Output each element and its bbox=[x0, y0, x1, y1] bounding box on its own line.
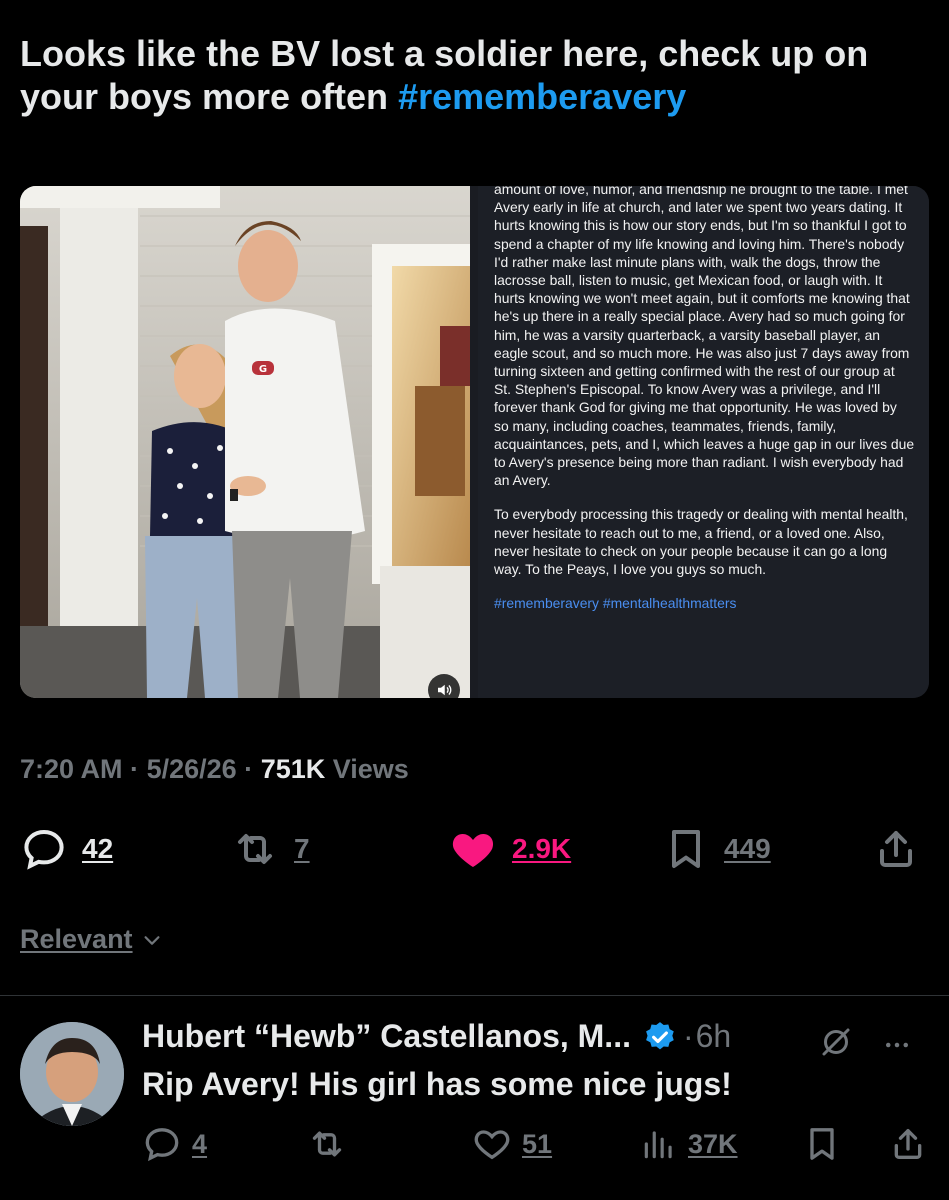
reply-button[interactable]: 42 bbox=[20, 825, 113, 873]
post-meta: 7:20 AM · 5/26/26 · 751K Views bbox=[20, 754, 409, 785]
screenshot-caption: amount of love, humor, and friendship he… bbox=[478, 186, 929, 698]
reply-count: 42 bbox=[82, 833, 114, 864]
views-count[interactable]: 751K bbox=[261, 754, 326, 784]
verified-badge-icon bbox=[646, 1021, 674, 1049]
caption-paragraph: To everybody processing this tragedy or … bbox=[494, 506, 908, 578]
post-date: 5/26/26 bbox=[146, 754, 237, 784]
reply-repost-button[interactable] bbox=[306, 1124, 348, 1164]
grok-icon[interactable] bbox=[818, 1024, 854, 1060]
meta-separator: · bbox=[130, 754, 140, 784]
heart-icon bbox=[474, 1130, 510, 1160]
analytics-icon bbox=[644, 1131, 672, 1159]
action-bar: 42 7 2.9K 449 bbox=[20, 825, 929, 875]
reply-views-button[interactable]: 37K bbox=[640, 1124, 738, 1164]
tweet-text: Looks like the BV lost a soldier here, c… bbox=[20, 32, 920, 118]
reply-like-button[interactable]: 51 bbox=[472, 1124, 552, 1164]
post-time: 7:20 AM bbox=[20, 754, 123, 784]
svg-text:G: G bbox=[259, 364, 267, 375]
bookmark-icon bbox=[810, 1128, 834, 1160]
reply-views-count: 37K bbox=[688, 1128, 738, 1159]
meta-separator: · bbox=[244, 754, 254, 784]
chevron-down-icon bbox=[144, 935, 160, 945]
share-button[interactable] bbox=[872, 825, 920, 873]
reply-reply-count: 4 bbox=[192, 1128, 208, 1159]
views-label: Views bbox=[332, 754, 409, 784]
reply-author-name[interactable]: Hubert “Hewb” Castellanos, M... bbox=[142, 1018, 631, 1055]
reply-item[interactable]: Hubert “Hewb” Castellanos, M... · 6h Rip… bbox=[0, 996, 949, 1200]
share-icon bbox=[894, 1129, 922, 1159]
reply-action-bar: 4 51 37K bbox=[142, 1124, 932, 1168]
repost-count: 7 bbox=[294, 833, 310, 864]
couple-photo[interactable]: G bbox=[20, 186, 470, 698]
bookmark-icon bbox=[672, 830, 700, 868]
caption-hashtags: #rememberavery #mentalhealthmatters bbox=[494, 595, 737, 612]
caption-paragraph: amount of love, humor, and friendship he… bbox=[494, 186, 915, 489]
speaker-icon bbox=[438, 684, 452, 696]
media-card[interactable]: G amount of love, humor, and friendship … bbox=[20, 186, 929, 698]
bookmark-count: 449 bbox=[724, 833, 771, 864]
reply-icon bbox=[24, 829, 64, 870]
avatar[interactable] bbox=[20, 1022, 124, 1126]
reply-reply-button[interactable]: 4 bbox=[142, 1124, 207, 1164]
heart-filled-icon bbox=[452, 834, 494, 867]
reply-header: Hubert “Hewb” Castellanos, M... · 6h bbox=[142, 1018, 932, 1056]
reply-text: Rip Avery! His girl has some nice jugs! bbox=[142, 1066, 732, 1102]
sort-label: Relevant bbox=[20, 924, 133, 954]
reply-separator: · bbox=[682, 1018, 694, 1054]
repost-icon bbox=[238, 834, 272, 864]
more-options-icon[interactable] bbox=[882, 1030, 912, 1060]
reply-sort-dropdown[interactable]: Relevant bbox=[20, 924, 163, 955]
like-count: 2.9K bbox=[512, 833, 572, 864]
reply-share-button[interactable] bbox=[888, 1124, 928, 1164]
sound-button[interactable] bbox=[428, 674, 460, 698]
reply-like-count: 51 bbox=[522, 1128, 553, 1159]
repost-button[interactable]: 7 bbox=[230, 825, 310, 873]
reply-icon bbox=[145, 1128, 179, 1162]
share-icon bbox=[880, 831, 912, 867]
reply-bookmark-button[interactable] bbox=[802, 1124, 842, 1164]
hashtag-link[interactable]: #rememberavery bbox=[398, 76, 686, 117]
like-button[interactable]: 2.9K bbox=[448, 825, 571, 873]
bookmark-button[interactable]: 449 bbox=[662, 825, 771, 873]
repost-icon bbox=[312, 1131, 342, 1157]
reply-time[interactable]: 6h bbox=[696, 1018, 732, 1055]
